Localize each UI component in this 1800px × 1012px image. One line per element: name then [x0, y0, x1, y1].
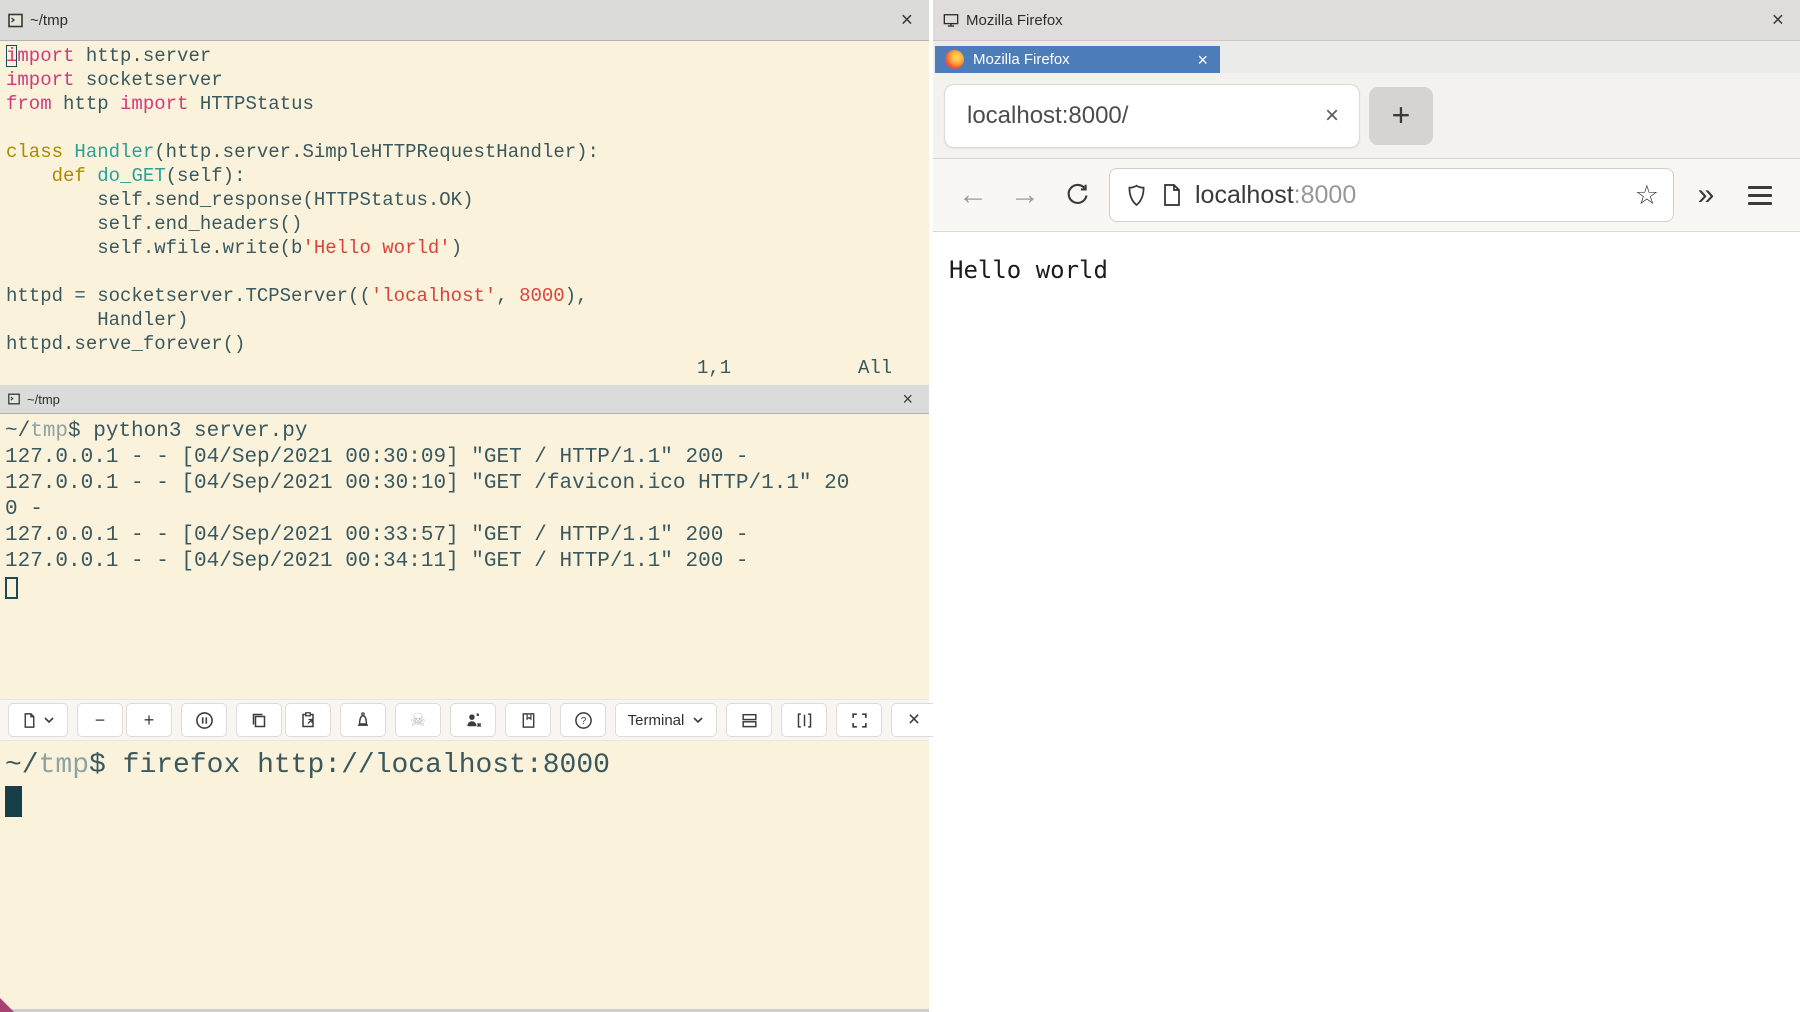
- vim-terminal-titlebar[interactable]: ~/tmp ×: [0, 0, 929, 41]
- close-icon[interactable]: ×: [902, 390, 913, 408]
- monitor-icon: [943, 13, 959, 28]
- shield-icon[interactable]: [1124, 183, 1149, 208]
- close-icon[interactable]: ×: [1772, 10, 1784, 31]
- font-increase-button[interactable]: +: [126, 703, 172, 737]
- pause-button[interactable]: [181, 703, 227, 737]
- split-horizontal-button[interactable]: [726, 703, 772, 737]
- dropdown-label: Terminal: [628, 712, 685, 729]
- server-log-output: ~/tmp$ python3 server.py127.0.0.1 - - [0…: [5, 419, 929, 601]
- tab-close-icon[interactable]: ×: [1197, 51, 1208, 69]
- url-entry-row: localhost:8000/ × +: [933, 73, 1800, 158]
- svg-text:?: ?: [580, 715, 586, 726]
- active-terminal-pane[interactable]: ~/tmp$ firefox http://localhost:8000: [0, 741, 929, 1007]
- paste-button[interactable]: [285, 703, 331, 737]
- kill-user-button[interactable]: [450, 703, 496, 737]
- active-terminal-output: ~/tmp$ firefox http://localhost:8000: [5, 748, 929, 820]
- reload-button[interactable]: [1057, 182, 1097, 209]
- navigation-toolbar: ← → localhost :8000 ☆ »: [933, 158, 1800, 232]
- desktop: ~/tmp × import http.serverimport sockets…: [0, 0, 1800, 1012]
- plus-icon: +: [144, 710, 155, 731]
- chevron-down-icon: [692, 714, 704, 726]
- window-title: ~/tmp: [30, 12, 68, 29]
- firefox-logo-icon: [945, 50, 964, 69]
- help-button[interactable]: ?: [560, 703, 606, 737]
- clear-icon[interactable]: ×: [1325, 104, 1339, 128]
- paste-icon: [299, 711, 317, 729]
- server-terminal-pane[interactable]: ~/tmp$ python3 server.py127.0.0.1 - - [0…: [0, 414, 929, 699]
- terminal-toolbar: − + ☠ ? Termi: [0, 699, 929, 741]
- tab-strip: Mozilla Firefox ×: [933, 41, 1800, 73]
- terminal-type-dropdown[interactable]: Terminal: [615, 703, 717, 737]
- fullscreen-button[interactable]: [836, 703, 882, 737]
- kill-process-button[interactable]: ☠: [395, 703, 441, 737]
- user-x-icon: [464, 711, 483, 730]
- mouse-cursor-artifact: [0, 998, 14, 1012]
- minus-icon: −: [95, 710, 106, 731]
- font-decrease-button[interactable]: −: [77, 703, 123, 737]
- address-bar[interactable]: localhost :8000 ☆: [1109, 168, 1674, 222]
- bookmark-star-icon[interactable]: ☆: [1635, 182, 1659, 209]
- hamburger-menu-button[interactable]: [1740, 186, 1780, 205]
- bookmark-page-icon: [520, 712, 537, 729]
- bell-button[interactable]: [340, 703, 386, 737]
- skull-icon: ☠: [410, 710, 426, 731]
- scroll-position: All: [858, 357, 892, 379]
- window-title: ~/tmp: [27, 392, 60, 407]
- split-horizontal-icon: [740, 711, 759, 730]
- close-icon[interactable]: ×: [901, 10, 913, 31]
- close-terminal-button[interactable]: ×: [891, 703, 937, 737]
- tab-title: Mozilla Firefox: [973, 51, 1070, 68]
- cursor-position: 1,1: [697, 357, 731, 379]
- overflow-menu-button[interactable]: »: [1686, 180, 1726, 210]
- forward-button[interactable]: →: [1005, 180, 1045, 210]
- help-icon: ?: [574, 711, 593, 730]
- page-info-icon[interactable]: [1161, 183, 1183, 207]
- close-icon: ×: [908, 708, 920, 732]
- vim-editor-pane[interactable]: import http.serverimport socketserverfro…: [0, 41, 929, 385]
- new-file-icon: [21, 712, 38, 729]
- split-vertical-icon: [795, 711, 814, 730]
- new-tab-button[interactable]: [8, 703, 68, 737]
- url-entry-input[interactable]: localhost:8000/ ×: [944, 84, 1360, 148]
- fullscreen-icon: [850, 711, 869, 730]
- terminal-icon: [8, 13, 23, 28]
- plus-icon: +: [1392, 97, 1411, 134]
- chevron-down-icon: [43, 714, 55, 726]
- reload-icon: [1064, 182, 1091, 209]
- terminal-icon: [8, 393, 20, 405]
- browser-viewport[interactable]: Hello world: [933, 233, 1800, 1012]
- browser-tab[interactable]: Mozilla Firefox ×: [935, 46, 1220, 73]
- firefox-titlebar[interactable]: Mozilla Firefox ×: [933, 0, 1800, 41]
- vim-statusline: 1,1 All: [0, 357, 929, 381]
- url-entry-value: localhost:8000/: [967, 102, 1128, 130]
- bell-icon: [354, 711, 372, 729]
- server-terminal-titlebar[interactable]: ~/tmp ×: [0, 385, 929, 414]
- copy-button[interactable]: [236, 703, 282, 737]
- terminal-window: ~/tmp × import http.serverimport sockets…: [0, 0, 929, 1012]
- back-button[interactable]: ←: [953, 180, 993, 210]
- url-host: localhost: [1195, 181, 1294, 210]
- page-text: Hello world: [949, 256, 1108, 284]
- url-port: :8000: [1294, 181, 1357, 210]
- window-title: Mozilla Firefox: [966, 12, 1063, 29]
- save-contents-button[interactable]: [505, 703, 551, 737]
- split-vertical-button[interactable]: [781, 703, 827, 737]
- pause-icon: [195, 711, 214, 730]
- firefox-window: Mozilla Firefox × Mozilla Firefox × loca…: [933, 0, 1800, 1012]
- copy-icon: [250, 711, 268, 729]
- new-tab-button[interactable]: +: [1369, 87, 1433, 145]
- vim-code: import http.serverimport socketserverfro…: [6, 44, 929, 356]
